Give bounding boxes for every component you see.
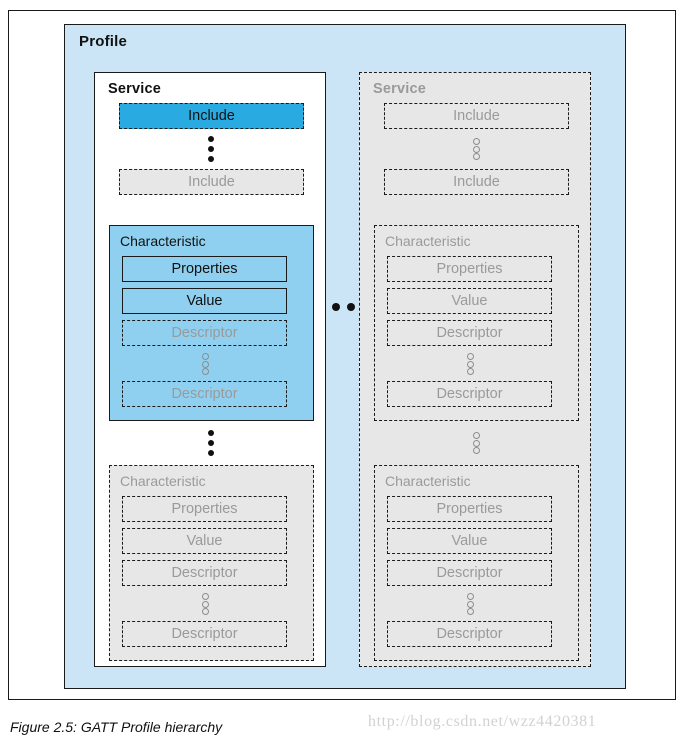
characteristic-block-ghost: Characteristic Properties Value Descript… [374,225,579,421]
descriptor-block[interactable]: Descriptor [387,621,552,647]
descriptor-block[interactable]: Descriptor [387,560,552,586]
characteristic-label: Characteristic [120,473,206,489]
descriptor-block[interactable]: Descriptor [387,320,552,346]
service-block-active: Service Include Include Characteristic P… [94,72,326,667]
include-ellipsis [472,138,480,160]
profile-container: Profile Service Include Include Characte… [64,24,626,689]
include-block-ghost[interactable]: Include [384,169,569,195]
descriptor-block[interactable]: Descriptor [122,381,287,407]
characteristic-label: Characteristic [385,473,471,489]
value-block[interactable]: Value [122,288,287,314]
value-block[interactable]: Value [122,528,287,554]
service-block-ghost: Service Include Include Characteristic P… [359,72,591,667]
service-title: Service [373,81,426,97]
properties-block[interactable]: Properties [387,256,552,282]
figure-caption: Figure 2.5: GATT Profile hierarchy [10,719,223,735]
characteristic-ellipsis [472,432,480,454]
watermark-url: http://blog.csdn.net/wzz4420381 [368,713,597,730]
properties-block[interactable]: Properties [122,496,287,522]
characteristic-label: Characteristic [120,233,206,249]
value-block[interactable]: Value [387,288,552,314]
service-title: Service [108,81,161,97]
figure-frame: Profile Service Include Include Characte… [8,10,676,700]
include-block-highlighted[interactable]: Include [119,103,304,129]
descriptor-ellipsis [201,593,209,615]
include-block-ghost[interactable]: Include [119,169,304,195]
characteristic-block-ghost: Characteristic Properties Value Descript… [374,465,579,661]
characteristic-block-ghost: Characteristic Properties Value Descript… [109,465,314,661]
descriptor-ellipsis [466,593,474,615]
value-block[interactable]: Value [387,528,552,554]
descriptor-block[interactable]: Descriptor [387,381,552,407]
descriptor-block[interactable]: Descriptor [122,320,287,346]
properties-block[interactable]: Properties [122,256,287,282]
descriptor-ellipsis [466,353,474,375]
characteristic-label: Characteristic [385,233,471,249]
descriptor-block[interactable]: Descriptor [122,621,287,647]
descriptor-block[interactable]: Descriptor [122,560,287,586]
profile-title: Profile [79,33,128,50]
properties-block[interactable]: Properties [387,496,552,522]
include-block-ghost[interactable]: Include [384,103,569,129]
descriptor-ellipsis [201,353,209,375]
include-ellipsis [208,136,214,162]
characteristic-block-highlighted: Characteristic Properties Value Descript… [109,225,314,421]
characteristic-ellipsis [208,430,214,456]
